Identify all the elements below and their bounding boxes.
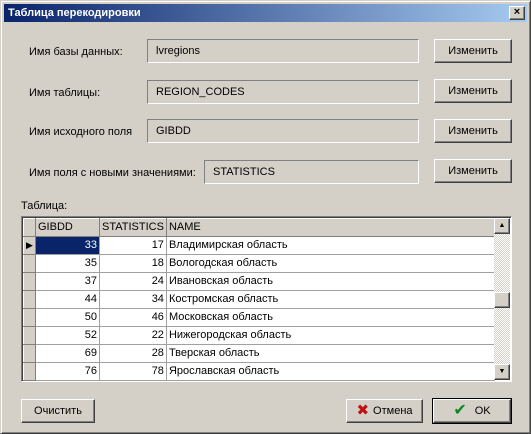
dialog-window: Таблица перекодировки × Имя базы данных:… — [0, 0, 531, 434]
column-header-name[interactable]: NAME — [165, 218, 495, 237]
cell-statistics[interactable]: 78 — [99, 362, 167, 381]
row-indicator-cell — [23, 308, 36, 327]
cell-statistics[interactable]: 24 — [99, 272, 167, 291]
scrollbar-thumb[interactable] — [494, 292, 510, 308]
cell-statistics[interactable]: 17 — [99, 236, 167, 255]
db-name-label: Имя базы данных: — [29, 46, 123, 58]
arrow-up-icon: ▲ — [498, 222, 506, 229]
table-row[interactable]: 76 78 Ярославская область — [23, 362, 495, 381]
close-icon: ✖ — [356, 402, 370, 420]
cell-name[interactable]: Костромская область — [165, 290, 495, 309]
table-row[interactable]: 44 34 Костромская область — [23, 290, 495, 309]
cell-name[interactable]: Вологодская область — [165, 254, 495, 273]
ok-label: OK — [474, 405, 491, 417]
table-row[interactable]: 37 24 Ивановская область — [23, 272, 495, 291]
new-field-label: Имя поля с новыми значениями: — [29, 167, 196, 179]
cell-gibdd[interactable]: 69 — [35, 344, 100, 363]
cell-name[interactable]: Ивановская область — [165, 272, 495, 291]
title-bar[interactable]: Таблица перекодировки × — [4, 4, 527, 22]
close-icon: × — [513, 6, 521, 18]
new-field-value: STATISTICS — [204, 160, 419, 184]
row-indicator-cell — [23, 362, 36, 381]
scroll-down-button[interactable]: ▼ — [494, 364, 510, 380]
table-row[interactable]: 69 28 Тверская область — [23, 344, 495, 363]
table-name-label: Имя таблицы: — [29, 87, 101, 99]
check-icon: ✔ — [453, 402, 467, 420]
cell-name[interactable]: Тверская область — [165, 344, 495, 363]
arrow-down-icon: ▼ — [498, 368, 506, 375]
cell-statistics[interactable]: 22 — [99, 326, 167, 345]
vertical-scrollbar[interactable]: ▲ ▼ — [494, 218, 510, 380]
cell-statistics[interactable]: 34 — [99, 290, 167, 309]
table-name-field: REGION_CODES — [147, 80, 419, 104]
data-grid[interactable]: GIBDD STATISTICS NAME ▶ 33 17 Владимирск… — [21, 216, 512, 382]
current-row-indicator-icon: ▶ — [23, 236, 36, 255]
change-table-name-button[interactable]: Изменить — [434, 79, 512, 103]
cell-name[interactable]: Нижегородская область — [165, 326, 495, 345]
table-row[interactable]: 50 46 Московская область — [23, 308, 495, 327]
row-indicator-cell — [23, 290, 36, 309]
header-row: GIBDD STATISTICS NAME — [23, 218, 495, 237]
cell-statistics[interactable]: 28 — [99, 344, 167, 363]
row-indicator-cell — [23, 254, 36, 273]
cell-statistics[interactable]: 18 — [99, 254, 167, 273]
clear-button[interactable]: Очистить — [21, 399, 95, 423]
close-window-button[interactable]: × — [509, 6, 525, 20]
cell-gibdd[interactable]: 37 — [35, 272, 100, 291]
cell-name[interactable]: Владимирская область — [165, 236, 495, 255]
column-header-statistics[interactable]: STATISTICS — [99, 218, 167, 237]
table-row[interactable]: 52 22 Нижегородская область — [23, 326, 495, 345]
cell-gibdd[interactable]: 44 — [35, 290, 100, 309]
change-db-name-button[interactable]: Изменить — [434, 39, 512, 63]
row-indicator-cell — [23, 272, 36, 291]
row-indicator-cell — [23, 344, 36, 363]
table-row[interactable]: ▶ 33 17 Владимирская область — [23, 236, 495, 255]
header-indicator-cell — [23, 218, 36, 237]
row-indicator-cell — [23, 326, 36, 345]
change-source-field-button[interactable]: Изменить — [434, 119, 512, 143]
ok-button[interactable]: ✔ OK — [432, 398, 512, 424]
cancel-button[interactable]: ✖ Отмена — [346, 399, 423, 423]
column-header-gibdd[interactable]: GIBDD — [35, 218, 100, 237]
source-field-value: GIBDD — [147, 119, 419, 143]
cell-gibdd[interactable]: 35 — [35, 254, 100, 273]
cell-gibdd[interactable]: 50 — [35, 308, 100, 327]
source-field-label: Имя исходного поля — [29, 126, 133, 138]
cell-statistics[interactable]: 46 — [99, 308, 167, 327]
cell-name[interactable]: Ярославская область — [165, 362, 495, 381]
data-table: GIBDD STATISTICS NAME ▶ 33 17 Владимирск… — [23, 218, 495, 381]
window-title: Таблица перекодировки — [8, 7, 141, 19]
change-new-field-button[interactable]: Изменить — [434, 159, 512, 183]
cell-name[interactable]: Московская область — [165, 308, 495, 327]
cancel-label: Отмена — [373, 405, 413, 417]
table-row[interactable]: 35 18 Вологодская область — [23, 254, 495, 273]
table-caption: Таблица: — [21, 200, 68, 212]
cell-gibdd[interactable]: 33 — [35, 236, 100, 255]
cell-gibdd[interactable]: 52 — [35, 326, 100, 345]
cell-gibdd[interactable]: 76 — [35, 362, 100, 381]
scroll-up-button[interactable]: ▲ — [494, 218, 510, 234]
db-name-field: lvregions — [147, 39, 419, 63]
